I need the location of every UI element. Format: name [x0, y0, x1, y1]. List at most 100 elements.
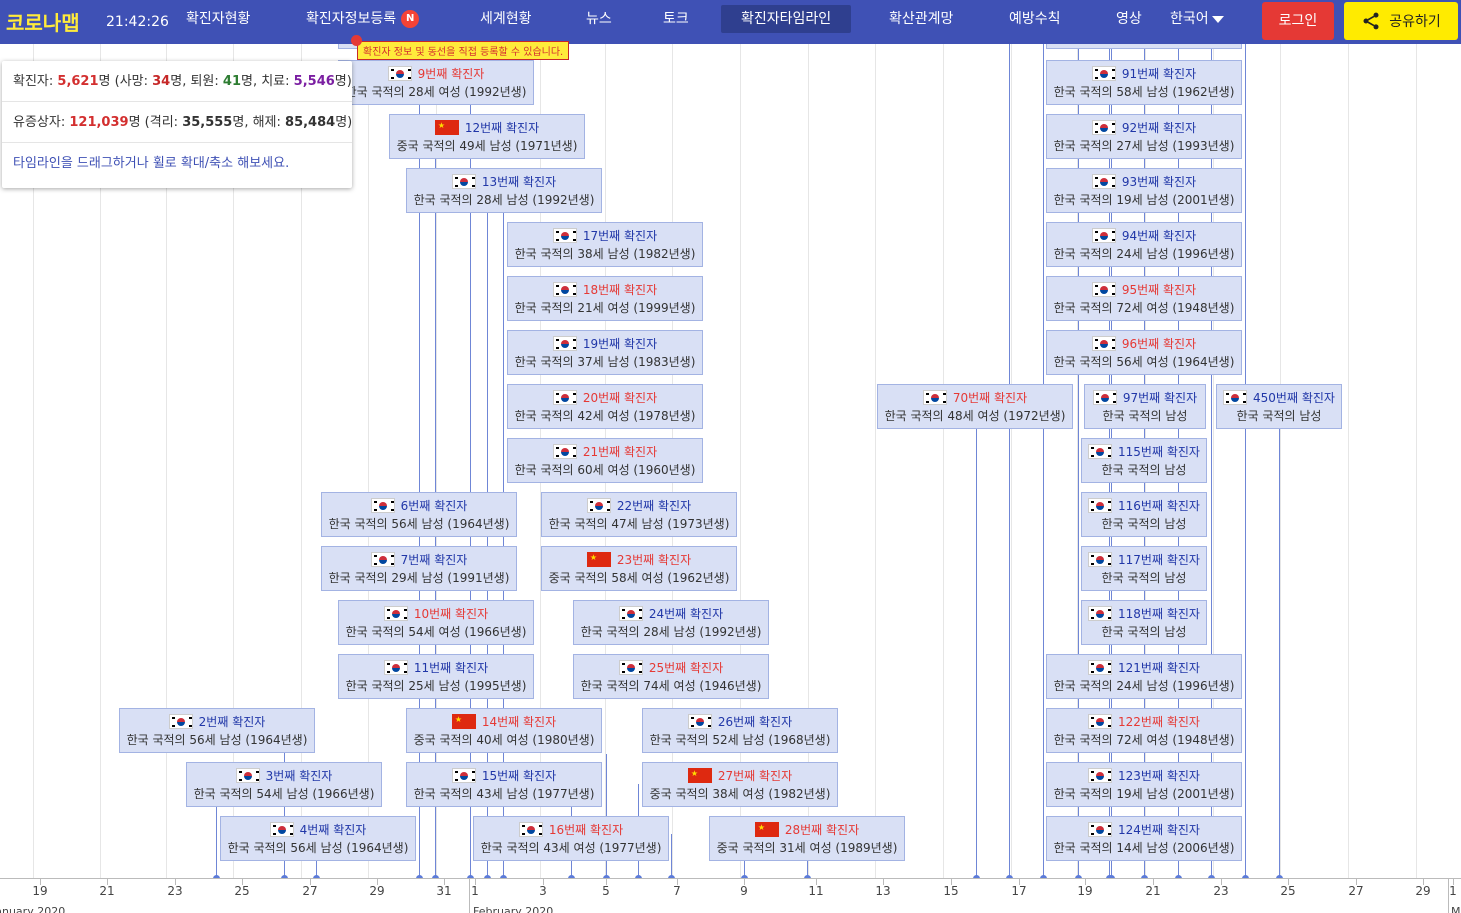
case-card[interactable]: 123번째 확진자 한국 국적의 19세 남성 (2001년생)	[1046, 762, 1242, 807]
case-card[interactable]: 2번째 확진자 한국 국적의 56세 남성 (1964년생)	[119, 708, 315, 753]
case-title-row: 122번째 확진자	[1047, 713, 1241, 731]
case-card[interactable]: ★ 28번째 확진자 중국 국적의 31세 여성 (1989년생)	[709, 816, 905, 861]
case-title-row: 18번째 확진자	[508, 281, 702, 299]
case-card[interactable]: 26번째 확진자 한국 국적의 52세 남성 (1968년생)	[642, 708, 838, 753]
case-description: 한국 국적의 54세 여성 (1966년생)	[345, 625, 527, 639]
case-card[interactable]: 4번째 확진자 한국 국적의 56세 남성 (1964년생)	[220, 816, 416, 861]
case-card[interactable]: 19번째 확진자 한국 국적의 37세 남성 (1983년생)	[507, 330, 703, 375]
case-description: 한국 국적의 남성	[1102, 409, 1188, 423]
case-title: 91번째 확진자	[1121, 67, 1197, 81]
case-card[interactable]: 70번째 확진자 한국 국적의 48세 여성 (1972년생)	[877, 384, 1073, 429]
case-title-row: 95번째 확진자	[1047, 281, 1241, 299]
case-card[interactable]: ★ 27번째 확진자 중국 국적의 38세 여성 (1982년생)	[642, 762, 838, 807]
date-axis[interactable]: 19 21 23 25 27 29 31 1 3 5 7 9 11 13 15 17 19 21 23 25 27 29 1…	[0, 878, 1461, 913]
case-title-row: 17번째 확진자	[508, 227, 702, 245]
case-card[interactable]: 450번째 확진자 한국 국적의 남성	[1216, 384, 1342, 429]
nav-confirmed-status[interactable]: 확진자현황	[166, 5, 270, 33]
case-card[interactable]: 6번째 확진자 한국 국적의 56세 남성 (1964년생)	[321, 492, 517, 537]
case-card[interactable]: 96번째 확진자한국 국적의 56세 여성 (1964년생)	[1046, 330, 1242, 375]
case-card[interactable]: 94번째 확진자한국 국적의 24세 남성 (1996년생)	[1046, 222, 1242, 267]
case-card[interactable]: 115번째 확진자 한국 국적의 남성	[1081, 438, 1207, 483]
case-card[interactable]: 124번째 확진자 한국 국적의 14세 남성 (2006년생)	[1046, 816, 1242, 861]
nav-register-case[interactable]: 확진자정보등록 N	[286, 5, 439, 33]
case-title-row: 26번째 확진자	[643, 713, 837, 731]
case-card[interactable]: 21번째 확진자 한국 국적의 60세 여성 (1960년생)	[507, 438, 703, 483]
tooltip-dot-icon	[351, 35, 362, 46]
case-title-row: 92번째 확진자	[1047, 119, 1241, 137]
released-label: 명, 해제:	[232, 115, 286, 130]
case-card[interactable]: 122번째 확진자 한국 국적의 72세 여성 (1948년생)	[1046, 708, 1242, 753]
case-card[interactable]: ★ 12번째 확진자 중국 국적의 49세 남성 (1971년생)	[389, 114, 585, 159]
isolated-label: 명 (격리:	[128, 115, 183, 130]
registration-tooltip: 확진자 정보 및 동선을 직접 등록할 수 있습니다.	[357, 41, 570, 60]
current-time: 21:42:26	[106, 14, 169, 30]
case-title: 22번째 확진자	[616, 499, 692, 513]
case-card[interactable]: 117번째 확진자 한국 국적의 남성	[1081, 546, 1207, 591]
case-card[interactable]: 118번째 확진자 한국 국적의 남성	[1081, 600, 1207, 645]
axis-tick-label: 29	[369, 884, 385, 898]
nav-timeline[interactable]: 확진자타임라인	[721, 5, 852, 33]
case-description: 한국 국적의 56세 여성 (1964년생)	[1053, 355, 1235, 369]
case-card[interactable]: 95번째 확진자 한국 국적의 72세 여성 (1948년생)	[1046, 276, 1242, 321]
case-card[interactable]: 9번째 확진자 한국 국적의 28세 여성 (1992년생)	[338, 60, 534, 105]
case-card[interactable]: 25번째 확진자 한국 국적의 74세 여성 (1946년생)	[573, 654, 769, 699]
case-card[interactable]: 13번째 확진자 한국 국적의 28세 남성 (1992년생)	[406, 168, 602, 213]
case-card[interactable]: 91번째 확진자 한국 국적의 58세 남성 (1962년생)	[1046, 60, 1242, 105]
case-title-row: 11번째 확진자	[339, 659, 533, 677]
case-card[interactable]: 121번째 확진자 한국 국적의 24세 남성 (1996년생)	[1046, 654, 1242, 699]
case-card[interactable]: 93번째 확진자 한국 국적의 19세 남성 (2001년생)	[1046, 168, 1242, 213]
case-card[interactable]: ★ 23번째 확진자 중국 국적의 58세 여성 (1962년생)	[541, 546, 737, 591]
case-card[interactable]: 16번째 확진자 한국 국적의 43세 여성 (1977년생)	[473, 816, 669, 861]
treating-label: 명, 치료:	[241, 74, 294, 89]
case-description: 한국 국적의 24세 남성 (1996년생)	[1053, 247, 1235, 261]
site-logo[interactable]: 코로나맵	[6, 7, 80, 36]
case-card[interactable]: 97번째 확진자한국 국적의 남성	[1084, 384, 1206, 429]
deaths-count: 34	[152, 74, 171, 89]
case-title-row: 97번째 확진자	[1085, 389, 1205, 407]
case-title: 20번째 확진자	[582, 391, 658, 405]
nav-spread-network[interactable]: 확산관계망	[869, 5, 973, 33]
case-card[interactable]: 17번째 확진자 한국 국적의 38세 남성 (1982년생)	[507, 222, 703, 267]
nav-prevention[interactable]: 예방수칙	[989, 5, 1081, 33]
axis-tick-label: 29	[1415, 884, 1431, 898]
summary-panel: 확진자: 5,621명 (사망: 34명, 퇴원: 41명, 치료: 5,546…	[2, 61, 352, 188]
case-card-partial[interactable]	[1046, 44, 1242, 49]
case-title-row: 96번째 확진자	[1047, 335, 1241, 353]
case-card[interactable]: ★ 14번째 확진자 중국 국적의 40세 여성 (1980년생)	[406, 708, 602, 753]
case-card[interactable]: 7번째 확진자 한국 국적의 29세 남성 (1991년생)	[321, 546, 517, 591]
axis-tick-label: 15	[943, 884, 959, 898]
case-description: 한국 국적의 28세 남성 (1992년생)	[580, 625, 762, 639]
case-card[interactable]: 22번째 확진자 한국 국적의 47세 남성 (1973년생)	[541, 492, 737, 537]
korea-flag-icon	[1088, 768, 1113, 783]
case-card[interactable]: 24번째 확진자 한국 국적의 28세 남성 (1992년생)	[573, 600, 769, 645]
nav-world-status[interactable]: 세계현황	[460, 5, 552, 33]
case-title-row: 22번째 확진자	[542, 497, 736, 515]
login-button[interactable]: 로그인	[1262, 2, 1334, 40]
timeline[interactable]: 9번째 확진자 한국 국적의 28세 여성 (1992년생) ★ 12번째 확진자 중국…	[0, 44, 1461, 913]
share-button[interactable]: 공유하기	[1344, 2, 1458, 40]
case-card[interactable]: 3번째 확진자 한국 국적의 54세 남성 (1966년생)	[186, 762, 382, 807]
nav-talk[interactable]: 토크	[643, 5, 709, 33]
nav-news[interactable]: 뉴스	[566, 5, 632, 33]
case-title-row: 9번째 확진자	[339, 65, 533, 83]
case-card[interactable]: 18번째 확진자 한국 국적의 21세 여성 (1999년생)	[507, 276, 703, 321]
case-title: 3번째 확진자	[265, 769, 333, 783]
case-title-row: ★ 12번째 확진자	[390, 119, 584, 137]
case-card[interactable]: 11번째 확진자 한국 국적의 25세 남성 (1995년생)	[338, 654, 534, 699]
case-card[interactable]: 15번째 확진자 한국 국적의 43세 남성 (1977년생)	[406, 762, 602, 807]
case-description: 중국 국적의 38세 여성 (1982년생)	[649, 787, 831, 801]
case-title-row: 94번째 확진자	[1047, 227, 1241, 245]
korea-flag-icon	[1088, 552, 1113, 567]
case-title: 115번째 확진자	[1118, 445, 1200, 459]
korea-flag-icon	[552, 282, 577, 297]
korea-flag-icon	[1091, 66, 1116, 81]
new-badge: N	[401, 10, 420, 28]
case-title-row: 115번째 확진자	[1082, 443, 1206, 461]
language-select[interactable]: 한국어	[1150, 5, 1244, 33]
case-card[interactable]: 10번째 확진자한국 국적의 54세 여성 (1966년생)	[338, 600, 534, 645]
case-card[interactable]: 116번째 확진자 한국 국적의 남성	[1081, 492, 1207, 537]
korea-flag-icon	[1091, 174, 1116, 189]
case-title-row: 10번째 확진자	[339, 605, 533, 623]
case-card[interactable]: 20번째 확진자 한국 국적의 42세 여성 (1978년생)	[507, 384, 703, 429]
case-card[interactable]: 92번째 확진자 한국 국적의 27세 남성 (1993년생)	[1046, 114, 1242, 159]
